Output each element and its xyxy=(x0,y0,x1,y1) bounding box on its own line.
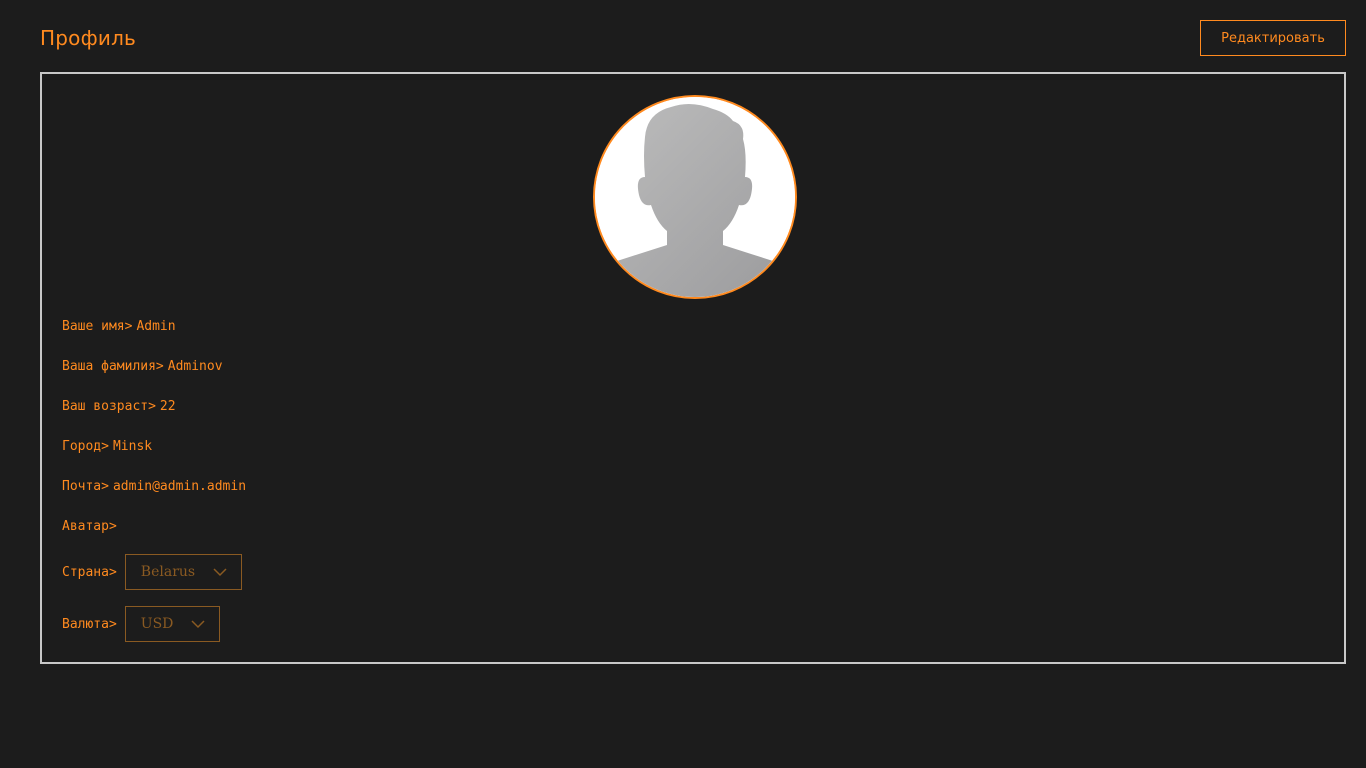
avatar xyxy=(593,95,797,299)
last-name-value: Adminov xyxy=(167,359,223,374)
country-selected-value: Belarus xyxy=(140,564,196,580)
city-label: Город> xyxy=(62,439,109,454)
first-name-row: Ваше имя> Admin xyxy=(62,318,176,336)
page-title: Профиль xyxy=(40,26,137,50)
user-silhouette-icon xyxy=(595,97,795,297)
currency-selected-value: USD xyxy=(140,616,174,632)
first-name-label: Ваше имя> xyxy=(62,319,133,334)
city-row: Город> Minsk xyxy=(62,438,152,456)
currency-select[interactable]: USD xyxy=(124,606,221,642)
email-value: admin@admin.admin xyxy=(112,479,247,494)
country-label: Страна> xyxy=(62,564,117,580)
profile-card: Ваше имя> Admin Ваша фамилия> Adminov Ваш … xyxy=(40,72,1346,664)
last-name-row: Ваша фамилия> Adminov xyxy=(62,358,223,376)
age-row: Ваш возраст> 22 xyxy=(62,398,176,416)
first-name-value: Admin xyxy=(136,319,176,334)
avatar-row: Аватар> xyxy=(62,518,121,536)
currency-row: Валюта> USD xyxy=(62,606,221,642)
country-row: Страна> Belarus xyxy=(62,554,243,590)
country-select[interactable]: Belarus xyxy=(124,554,243,590)
email-label: Почта> xyxy=(62,479,109,494)
city-value: Minsk xyxy=(112,439,153,454)
last-name-label: Ваша фамилия> xyxy=(62,359,164,374)
age-label: Ваш возраст> xyxy=(62,399,156,414)
chevron-down-icon xyxy=(191,619,205,629)
age-value: 22 xyxy=(159,399,176,414)
avatar-label: Аватар> xyxy=(62,519,117,534)
email-row: Почта> admin@admin.admin xyxy=(62,478,246,496)
edit-profile-button[interactable]: Редактировать xyxy=(1200,20,1346,56)
chevron-down-icon xyxy=(213,567,227,577)
currency-label: Валюта> xyxy=(62,616,117,632)
